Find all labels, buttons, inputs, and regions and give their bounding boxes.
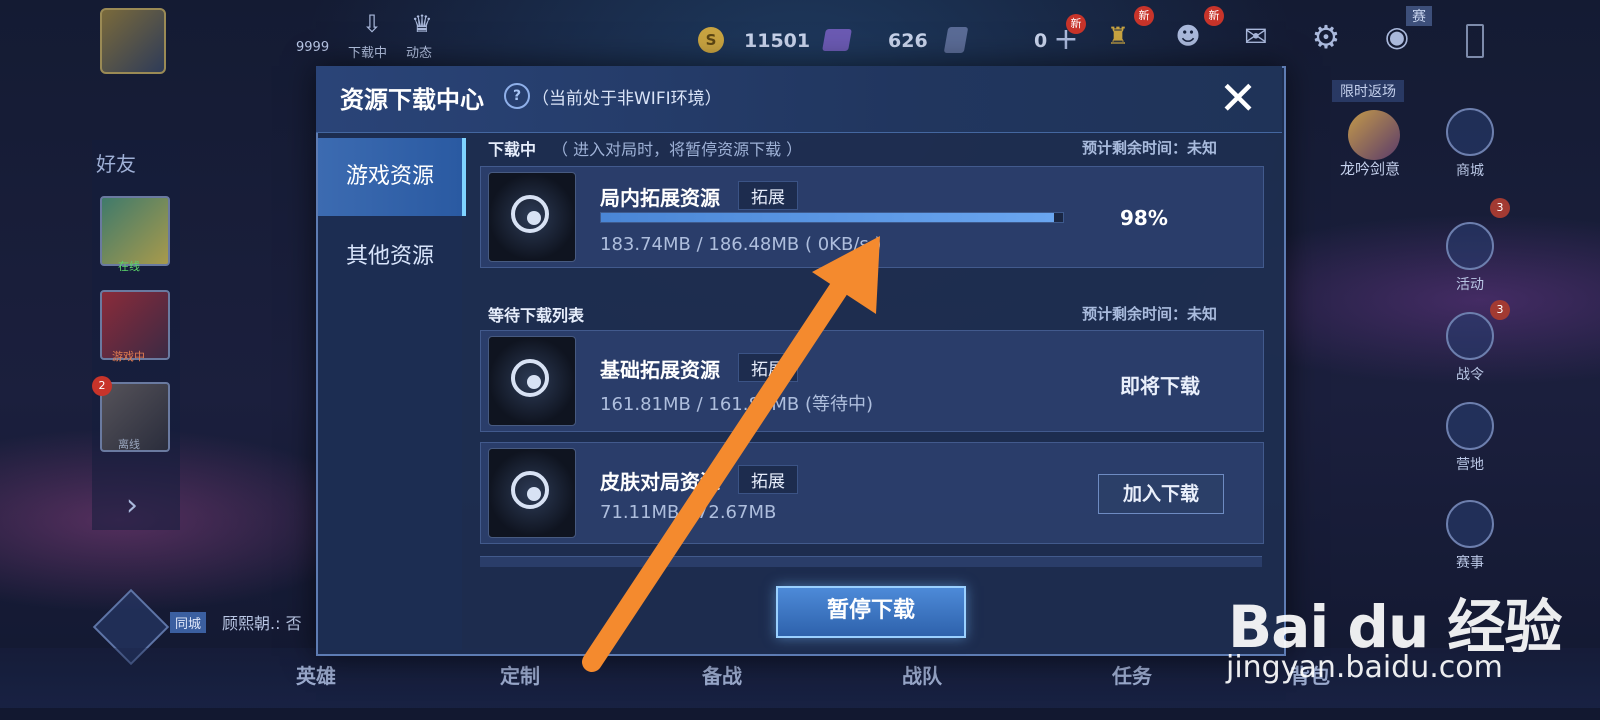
resource-tag: 拓展 xyxy=(738,181,798,210)
level-label: 9999 xyxy=(296,40,330,55)
battery-icon xyxy=(1466,24,1484,58)
friends-new-badge: 新 xyxy=(1204,6,1224,26)
queue-item-partial xyxy=(480,556,1262,567)
battlepass-badge: 3 xyxy=(1490,300,1510,320)
camp-label: 营地 xyxy=(1456,457,1484,473)
resource-size: 183.74MB / 186.48MB ( 0KB/s ) xyxy=(600,234,882,255)
hero-portrait[interactable] xyxy=(1348,110,1400,160)
resource-size: 71.11MB / 72.67MB xyxy=(600,502,777,523)
resource-name: 皮肤对局资源 xyxy=(600,470,720,494)
download-percent: 98% xyxy=(1120,206,1168,230)
events-menu-item[interactable]: 活动 xyxy=(1440,222,1500,294)
battlepass-menu-item[interactable]: 战令 xyxy=(1440,312,1500,384)
tab-game-resources[interactable]: 游戏资源 xyxy=(318,138,466,216)
friend-avatar[interactable] xyxy=(100,196,170,266)
queue-eta: 预计剩余时间：未知 xyxy=(1082,305,1218,323)
match-badge: 赛 xyxy=(1406,6,1432,26)
friend-badge: 2 xyxy=(92,376,112,396)
expand-friends-icon[interactable]: › xyxy=(112,488,152,523)
pause-download-button[interactable]: 暂停下载 xyxy=(776,586,966,638)
close-icon[interactable]: ✕ xyxy=(1216,75,1260,122)
chat-preview[interactable]: 顾熙朝.: 否 xyxy=(222,610,302,634)
friend-status: 在线 xyxy=(118,260,140,273)
events-label: 活动 xyxy=(1456,277,1484,293)
gem-count: 626 xyxy=(888,30,928,52)
player-avatar[interactable] xyxy=(100,8,166,74)
download-label[interactable]: 下载中 xyxy=(348,42,387,61)
nav-team[interactable]: 战队 xyxy=(902,660,942,689)
coin-icon: S xyxy=(698,27,724,53)
nav-prepare[interactable]: 备战 xyxy=(702,660,742,689)
coin-count: 11501 xyxy=(744,30,811,52)
shop-label: 商城 xyxy=(1456,163,1484,179)
nav-heroes[interactable]: 英雄 xyxy=(296,660,336,689)
limited-return-label[interactable]: 限时返场 xyxy=(1332,80,1404,102)
friends-header[interactable]: 好友 xyxy=(96,148,136,177)
resource-name: 局内拓展资源 xyxy=(600,186,720,210)
friend-status: 游戏中 xyxy=(112,350,145,363)
download-progress-fill xyxy=(601,213,1054,222)
queue-label: 等待下载列表 xyxy=(488,306,585,325)
nav-tasks[interactable]: 任务 xyxy=(1112,660,1152,689)
friend-status: 离线 xyxy=(118,438,140,451)
resource-icon xyxy=(488,448,576,538)
download-icon[interactable]: ⇩ xyxy=(352,10,392,38)
download-progress-bar xyxy=(600,212,1064,223)
voucher-icon xyxy=(943,27,969,53)
gem-icon xyxy=(822,29,852,51)
downloading-eta: 预计剩余时间：未知 xyxy=(1082,139,1218,157)
battlepass-icon xyxy=(1446,312,1494,360)
camp-icon xyxy=(1446,402,1494,450)
downloading-note: （ 进入对局时，将暂停资源下载 ） xyxy=(552,140,803,159)
settings-gear-icon[interactable]: ⚙ xyxy=(1306,18,1346,56)
chat-channel-tag: 同城 xyxy=(170,612,207,633)
nav-custom[interactable]: 定制 xyxy=(500,660,540,689)
shop-icon xyxy=(1446,108,1494,156)
friends-icon[interactable]: ☻ xyxy=(1168,22,1208,50)
rank-icon[interactable]: ♜ xyxy=(1096,22,1140,50)
downloading-label: 下载中 xyxy=(488,140,537,159)
dialog-title: 资源下载中心 xyxy=(340,86,484,114)
trophy-icon xyxy=(1446,500,1494,548)
add-to-download-button[interactable]: 加入下载 xyxy=(1098,474,1224,514)
battlepass-label: 战令 xyxy=(1456,367,1484,383)
resource-name: 基础拓展资源 xyxy=(600,358,720,382)
tab-other-resources[interactable]: 其他资源 xyxy=(318,218,462,296)
queue-status: 即将下载 xyxy=(1120,374,1200,398)
events-badge: 3 xyxy=(1490,198,1510,218)
resource-size: 161.81MB / 161.81MB (等待中) xyxy=(600,394,873,415)
tournament-menu-item[interactable]: 赛事 xyxy=(1440,500,1500,572)
new-badge: 新 xyxy=(1066,14,1086,34)
voucher-count: 0 xyxy=(1034,30,1048,52)
hero-name: 龙吟剑意 xyxy=(1340,160,1401,178)
moments-icon[interactable]: ♛ xyxy=(404,10,440,38)
events-icon xyxy=(1446,222,1494,270)
rank-new-badge: 新 xyxy=(1134,6,1154,26)
help-icon[interactable]: ? xyxy=(504,83,530,109)
tournament-label: 赛事 xyxy=(1456,555,1484,571)
resource-icon xyxy=(488,336,576,426)
shop-menu-item[interactable]: 商城 xyxy=(1440,108,1500,180)
resource-icon xyxy=(488,172,576,262)
moments-label[interactable]: 动态 xyxy=(406,42,432,61)
baidu-watermark-url: jingyan.baidu.com xyxy=(1226,650,1503,685)
resource-tag: 拓展 xyxy=(738,465,798,494)
network-status: （当前处于非WIFI环境） xyxy=(532,89,722,109)
resource-tag: 拓展 xyxy=(738,353,798,382)
camp-menu-item[interactable]: 营地 xyxy=(1440,402,1500,474)
mail-icon[interactable]: ✉ xyxy=(1236,20,1276,53)
